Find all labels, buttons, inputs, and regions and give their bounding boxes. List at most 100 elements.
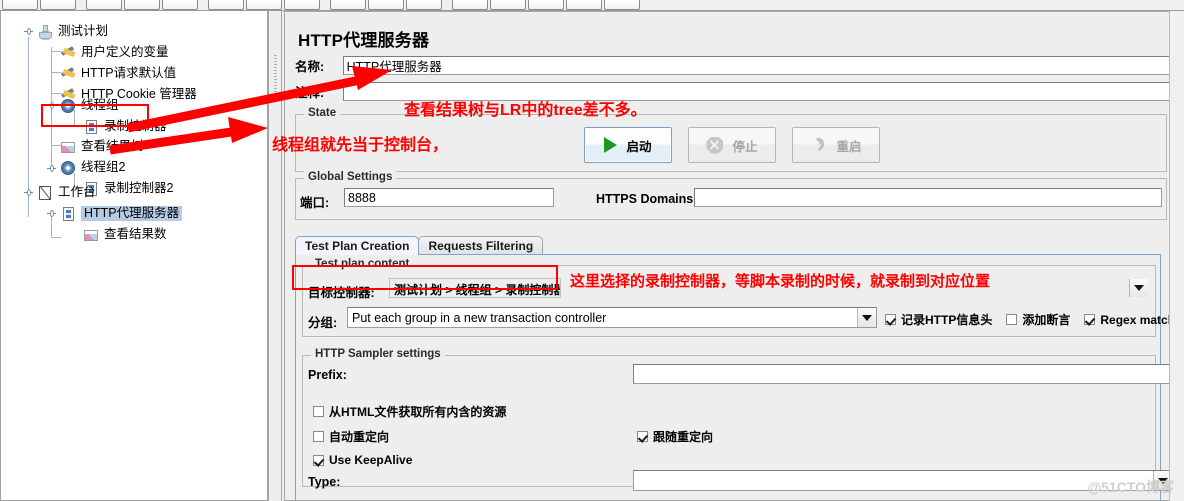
tree-node-label: 线程组 <box>81 98 119 113</box>
toolbar-button[interactable] <box>528 0 564 10</box>
toolbar-button[interactable] <box>246 0 282 10</box>
tree-line <box>51 237 61 238</box>
tree-node-label: 查看结果数 <box>104 227 167 242</box>
checkbox-label: 从HTML文件获取所有内含的资源 <box>329 405 507 419</box>
panel-splitter[interactable] <box>268 11 282 501</box>
prefix-label: Prefix: <box>308 368 347 382</box>
checkbox-box[interactable] <box>313 406 324 417</box>
tree-expander-thread-group-2[interactable] <box>47 164 56 173</box>
global-settings-legend: Global Settings <box>304 171 397 183</box>
grouping-combo[interactable]: Put each group in a new transaction cont… <box>347 307 877 328</box>
test-plan-content-legend: Test plan content <box>311 258 414 270</box>
toolbar-button[interactable] <box>604 0 640 10</box>
tree-node-user-defined-variables[interactable]: 用户定义的变量 <box>60 42 169 63</box>
controller-icon <box>60 206 77 222</box>
toolbar-button[interactable] <box>284 0 320 10</box>
use-keepalive-checkbox[interactable]: Use KeepAlive <box>313 453 412 467</box>
splitter-grip[interactable] <box>274 55 277 95</box>
toolbar-separator <box>322 0 328 10</box>
global-settings-group: Global Settings 端口: HTTPS Domains : <box>295 171 1167 220</box>
test-plan-tree-panel[interactable]: 测试计划 用户定义的变量 HTTP请求默认值 HTTP Cookie 管理器 线… <box>0 11 268 501</box>
stop-icon <box>706 136 724 154</box>
restart-button[interactable]: 重启 <box>792 127 880 163</box>
toolbar-button[interactable] <box>330 0 366 10</box>
chevron-down-icon <box>862 314 872 321</box>
tree-node-view-results-count[interactable]: 查看结果数 <box>83 224 167 245</box>
play-icon <box>604 137 618 153</box>
tree-expander-thread-group[interactable] <box>47 101 56 110</box>
checkbox-box[interactable] <box>313 454 324 466</box>
tree-node-http-proxy-server[interactable]: HTTP代理服务器 <box>60 203 183 224</box>
toolbar-button[interactable] <box>490 0 526 10</box>
tree-node-recording-controller-2[interactable]: 录制控制器2 <box>83 178 173 199</box>
tab-requests-filtering[interactable]: Requests Filtering <box>418 236 544 255</box>
stop-button-label: 停止 <box>732 139 758 154</box>
toolbar-separator <box>200 0 206 10</box>
toolbar-button[interactable] <box>406 0 442 10</box>
tree-expander-test-plan[interactable] <box>24 27 33 36</box>
workbench-icon <box>37 185 54 201</box>
proxy-server-config-panel: HTTP代理服务器 名称: 注释: State 启动 停止 重启 <box>284 11 1184 501</box>
toolbar-button[interactable] <box>162 0 198 10</box>
tree-expander-http-proxy[interactable] <box>47 209 56 218</box>
tree-node-workbench[interactable]: 工作台 <box>37 182 96 203</box>
start-button-label: 启动 <box>626 139 652 154</box>
tree-node-test-plan[interactable]: 测试计划 <box>37 21 108 42</box>
checkbox-label: 记录HTTP信息头 <box>901 313 993 327</box>
toolbar-button[interactable] <box>40 0 76 10</box>
checkbox-box[interactable] <box>885 314 896 325</box>
retrieve-embedded-resources-checkbox[interactable]: 从HTML文件获取所有内含的资源 <box>313 403 506 420</box>
gear-icon <box>60 98 77 114</box>
port-input[interactable] <box>344 188 554 207</box>
toolbar-button[interactable] <box>566 0 602 10</box>
state-group-legend: State <box>304 107 341 119</box>
tab-test-plan-creation[interactable]: Test Plan Creation <box>295 236 420 255</box>
follow-redirect-checkbox[interactable]: 跟随重定向 <box>637 428 713 445</box>
target-controller-caret[interactable] <box>1129 279 1148 297</box>
annotation-target-controller: 这里选择的录制控制器，等脚本录制的时候，就录制到对应位置 <box>570 273 991 290</box>
checkbox-box[interactable] <box>1084 314 1096 325</box>
toolbar-button[interactable] <box>124 0 160 10</box>
tree-node-recording-controller[interactable]: 录制控制器 <box>83 116 167 137</box>
auto-redirect-checkbox[interactable]: 自动重定向 <box>313 428 389 445</box>
target-controller-label: 目标控制器: <box>308 286 375 300</box>
start-button[interactable]: 启动 <box>584 127 672 163</box>
test-plan-icon <box>37 23 54 40</box>
tree-node-label: 测试计划 <box>58 24 109 39</box>
record-http-headers-checkbox[interactable]: 记录HTTP信息头 <box>885 311 992 328</box>
toolbar-button[interactable] <box>452 0 488 10</box>
checkbox-box[interactable] <box>1006 314 1018 325</box>
tree-line <box>28 37 29 193</box>
https-domains-input[interactable] <box>694 188 1162 207</box>
checkbox-label: Use KeepAlive <box>329 453 413 467</box>
toolbar-button[interactable] <box>86 0 122 10</box>
tree-node-thread-group-2[interactable]: 线程组2 <box>60 157 125 178</box>
tree-line <box>51 215 52 237</box>
watermark: @51CTO博客 <box>1087 479 1174 495</box>
tree-expander-workbench[interactable] <box>24 188 33 197</box>
tree-node-view-results-tree[interactable]: 查看结果树 <box>60 136 144 157</box>
name-row: 名称: <box>295 56 1175 75</box>
toolbar-button[interactable] <box>368 0 404 10</box>
https-domains-label: HTTPS Domains : <box>596 192 701 206</box>
tree-node-http-request-defaults[interactable]: HTTP请求默认值 <box>60 63 176 84</box>
checkbox-box[interactable] <box>313 431 324 442</box>
grouping-caret[interactable] <box>857 308 876 327</box>
name-input[interactable] <box>342 56 1175 75</box>
checkbox-label: 添加断言 <box>1022 313 1071 327</box>
tree-node-thread-group[interactable]: 线程组 <box>60 95 119 116</box>
tab-strip[interactable]: Test Plan Creation Requests Filtering <box>295 236 544 255</box>
result-tree-icon <box>60 139 77 155</box>
tree-node-label: 录制控制器 <box>104 119 167 134</box>
checkbox-label: 自动重定向 <box>329 430 390 444</box>
prefix-input[interactable] <box>633 364 1173 384</box>
toolbar-button[interactable] <box>2 0 38 10</box>
toolbar-button[interactable] <box>208 0 244 10</box>
annotation-result-tree: 查看结果树与LR中的tree差不多。 <box>404 102 647 119</box>
vertical-scrollbar[interactable] <box>1169 11 1184 501</box>
type-label: Type: <box>308 475 341 489</box>
add-assertions-checkbox[interactable]: 添加断言 <box>1006 311 1070 328</box>
stop-button[interactable]: 停止 <box>688 127 776 163</box>
annotation-thread-group: 线程组就先当于控制台， <box>272 137 449 154</box>
checkbox-box[interactable] <box>637 431 648 442</box>
